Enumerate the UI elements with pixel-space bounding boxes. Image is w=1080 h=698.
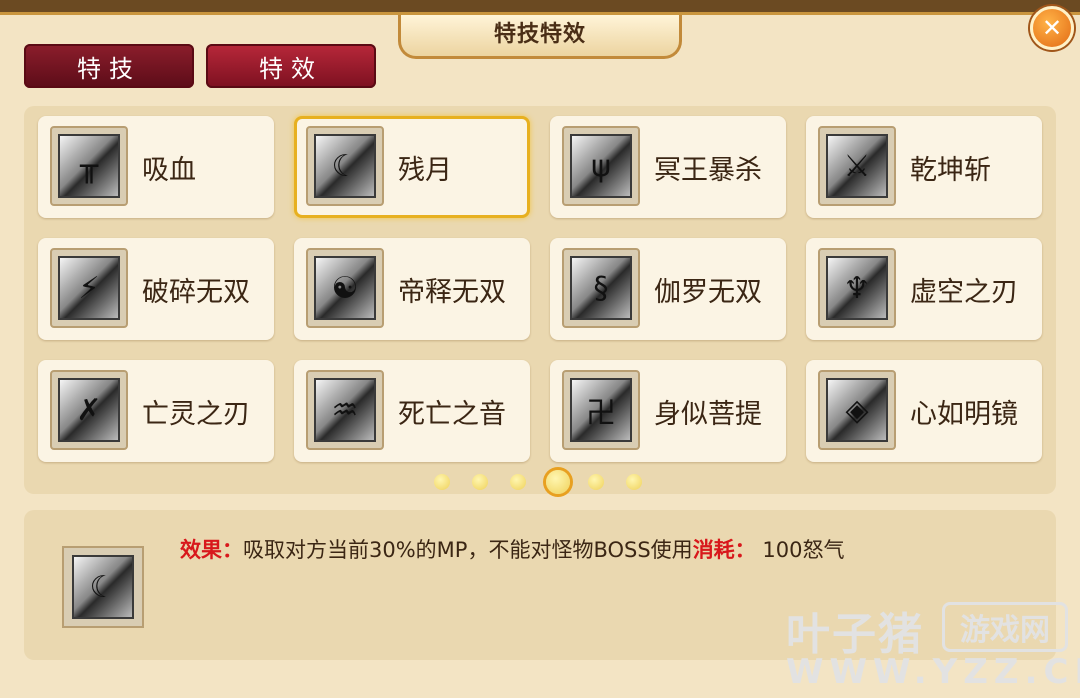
page-dot[interactable]	[510, 474, 526, 490]
page-dot[interactable]	[434, 474, 450, 490]
undead-blade-icon: ✗	[58, 378, 120, 442]
watermark-url: WWW.YZZ.CN	[786, 652, 1080, 692]
fork-rune-icon: ╥	[58, 134, 120, 198]
skill-card[interactable]: ♆ 虚空之刃	[806, 238, 1042, 340]
skill-icon-frame: ◈	[818, 370, 896, 450]
void-blade-icon: ♆	[826, 256, 888, 320]
page-dot[interactable]	[472, 474, 488, 490]
skill-name: 破碎无双	[142, 277, 250, 308]
skill-icon-frame: ☯	[306, 248, 384, 328]
skill-card-selected[interactable]: ☾ 残月	[294, 116, 530, 218]
skill-card[interactable]: ◈ 心如明镜	[806, 360, 1042, 462]
bodhi-rune-icon: 卍	[570, 378, 632, 442]
skill-name: 冥王暴杀	[654, 155, 762, 186]
close-icon: ✕	[1041, 14, 1063, 42]
skill-icon-frame: ✗	[50, 370, 128, 450]
death-sound-icon: ♒	[314, 378, 376, 442]
skill-card[interactable]: § 伽罗无双	[550, 238, 786, 340]
slash-rune-icon: ⚔	[826, 134, 888, 198]
page-dot-active[interactable]	[546, 470, 570, 494]
skill-icon-frame: ♆	[818, 248, 896, 328]
skill-card[interactable]: ╥ 吸血	[38, 116, 274, 218]
detail-icon-frame: ☾	[62, 546, 144, 628]
skill-name: 心如明镜	[910, 399, 1018, 430]
skill-card[interactable]: ♒ 死亡之音	[294, 360, 530, 462]
mirror-shield-icon: ◈	[826, 378, 888, 442]
page-dot[interactable]	[626, 474, 642, 490]
crescent-shield-icon: ☾	[72, 555, 134, 619]
skill-card[interactable]: ☯ 帝释无双	[294, 238, 530, 340]
skill-name: 亡灵之刃	[142, 399, 250, 430]
skill-name: 死亡之音	[398, 399, 506, 430]
page-indicator	[432, 470, 652, 494]
skill-name: 吸血	[142, 155, 196, 186]
skill-icon-frame: ♒	[306, 370, 384, 450]
window-title: 特技特效	[493, 22, 586, 47]
tab-label: 特效	[259, 54, 323, 83]
skill-name: 虚空之刃	[910, 277, 1018, 308]
skill-icon-frame: ╥	[50, 126, 128, 206]
effect-text: 吸取对方当前30%的MP，不能对怪物BOSS使用	[243, 538, 693, 562]
skill-card[interactable]: 卍 身似菩提	[550, 360, 786, 462]
skill-card[interactable]: ⚡ 破碎无双	[38, 238, 274, 340]
watermark-badge: 游戏网	[942, 602, 1068, 652]
skill-name: 残月	[398, 155, 452, 186]
skill-name: 帝释无双	[398, 277, 506, 308]
serpent-rune-icon: §	[570, 256, 632, 320]
skill-icon-frame: ψ	[562, 126, 640, 206]
site-watermark: 叶子猪 游戏网 WWW.YZZ.CN	[786, 598, 1080, 694]
skill-card[interactable]: ✗ 亡灵之刃	[38, 360, 274, 462]
page-dot[interactable]	[588, 474, 604, 490]
skill-name: 伽罗无双	[654, 277, 762, 308]
shatter-rune-icon: ⚡	[58, 256, 120, 320]
skill-name: 乾坤斩	[910, 155, 991, 186]
close-button[interactable]: ✕	[1030, 6, 1074, 50]
skill-icon-frame: ☾	[306, 126, 384, 206]
skill-icon-frame: §	[562, 248, 640, 328]
yin-yang-rune-icon: ☯	[314, 256, 376, 320]
effect-label: 效果：	[180, 538, 243, 562]
tab-effects[interactable]: 特效	[206, 44, 376, 88]
skill-icon-frame: 卍	[562, 370, 640, 450]
skill-icon-frame: ⚡	[50, 248, 128, 328]
skill-icon-frame: ⚔	[818, 126, 896, 206]
window-title-plate: 特技特效	[398, 15, 682, 59]
crescent-shield-icon: ☾	[314, 134, 376, 198]
skill-description: 效果：吸取对方当前30%的MP，不能对怪物BOSS使用消耗： 100怒气	[180, 534, 844, 564]
claw-rune-icon: ψ	[570, 134, 632, 198]
cost-text: 100怒气	[755, 538, 845, 562]
tab-label: 特技	[77, 54, 141, 83]
skill-card[interactable]: ⚔ 乾坤斩	[806, 116, 1042, 218]
cost-label: 消耗：	[692, 538, 756, 562]
tab-stunts[interactable]: 特技	[24, 44, 194, 88]
skill-card[interactable]: ψ 冥王暴杀	[550, 116, 786, 218]
skill-name: 身似菩提	[654, 399, 762, 430]
